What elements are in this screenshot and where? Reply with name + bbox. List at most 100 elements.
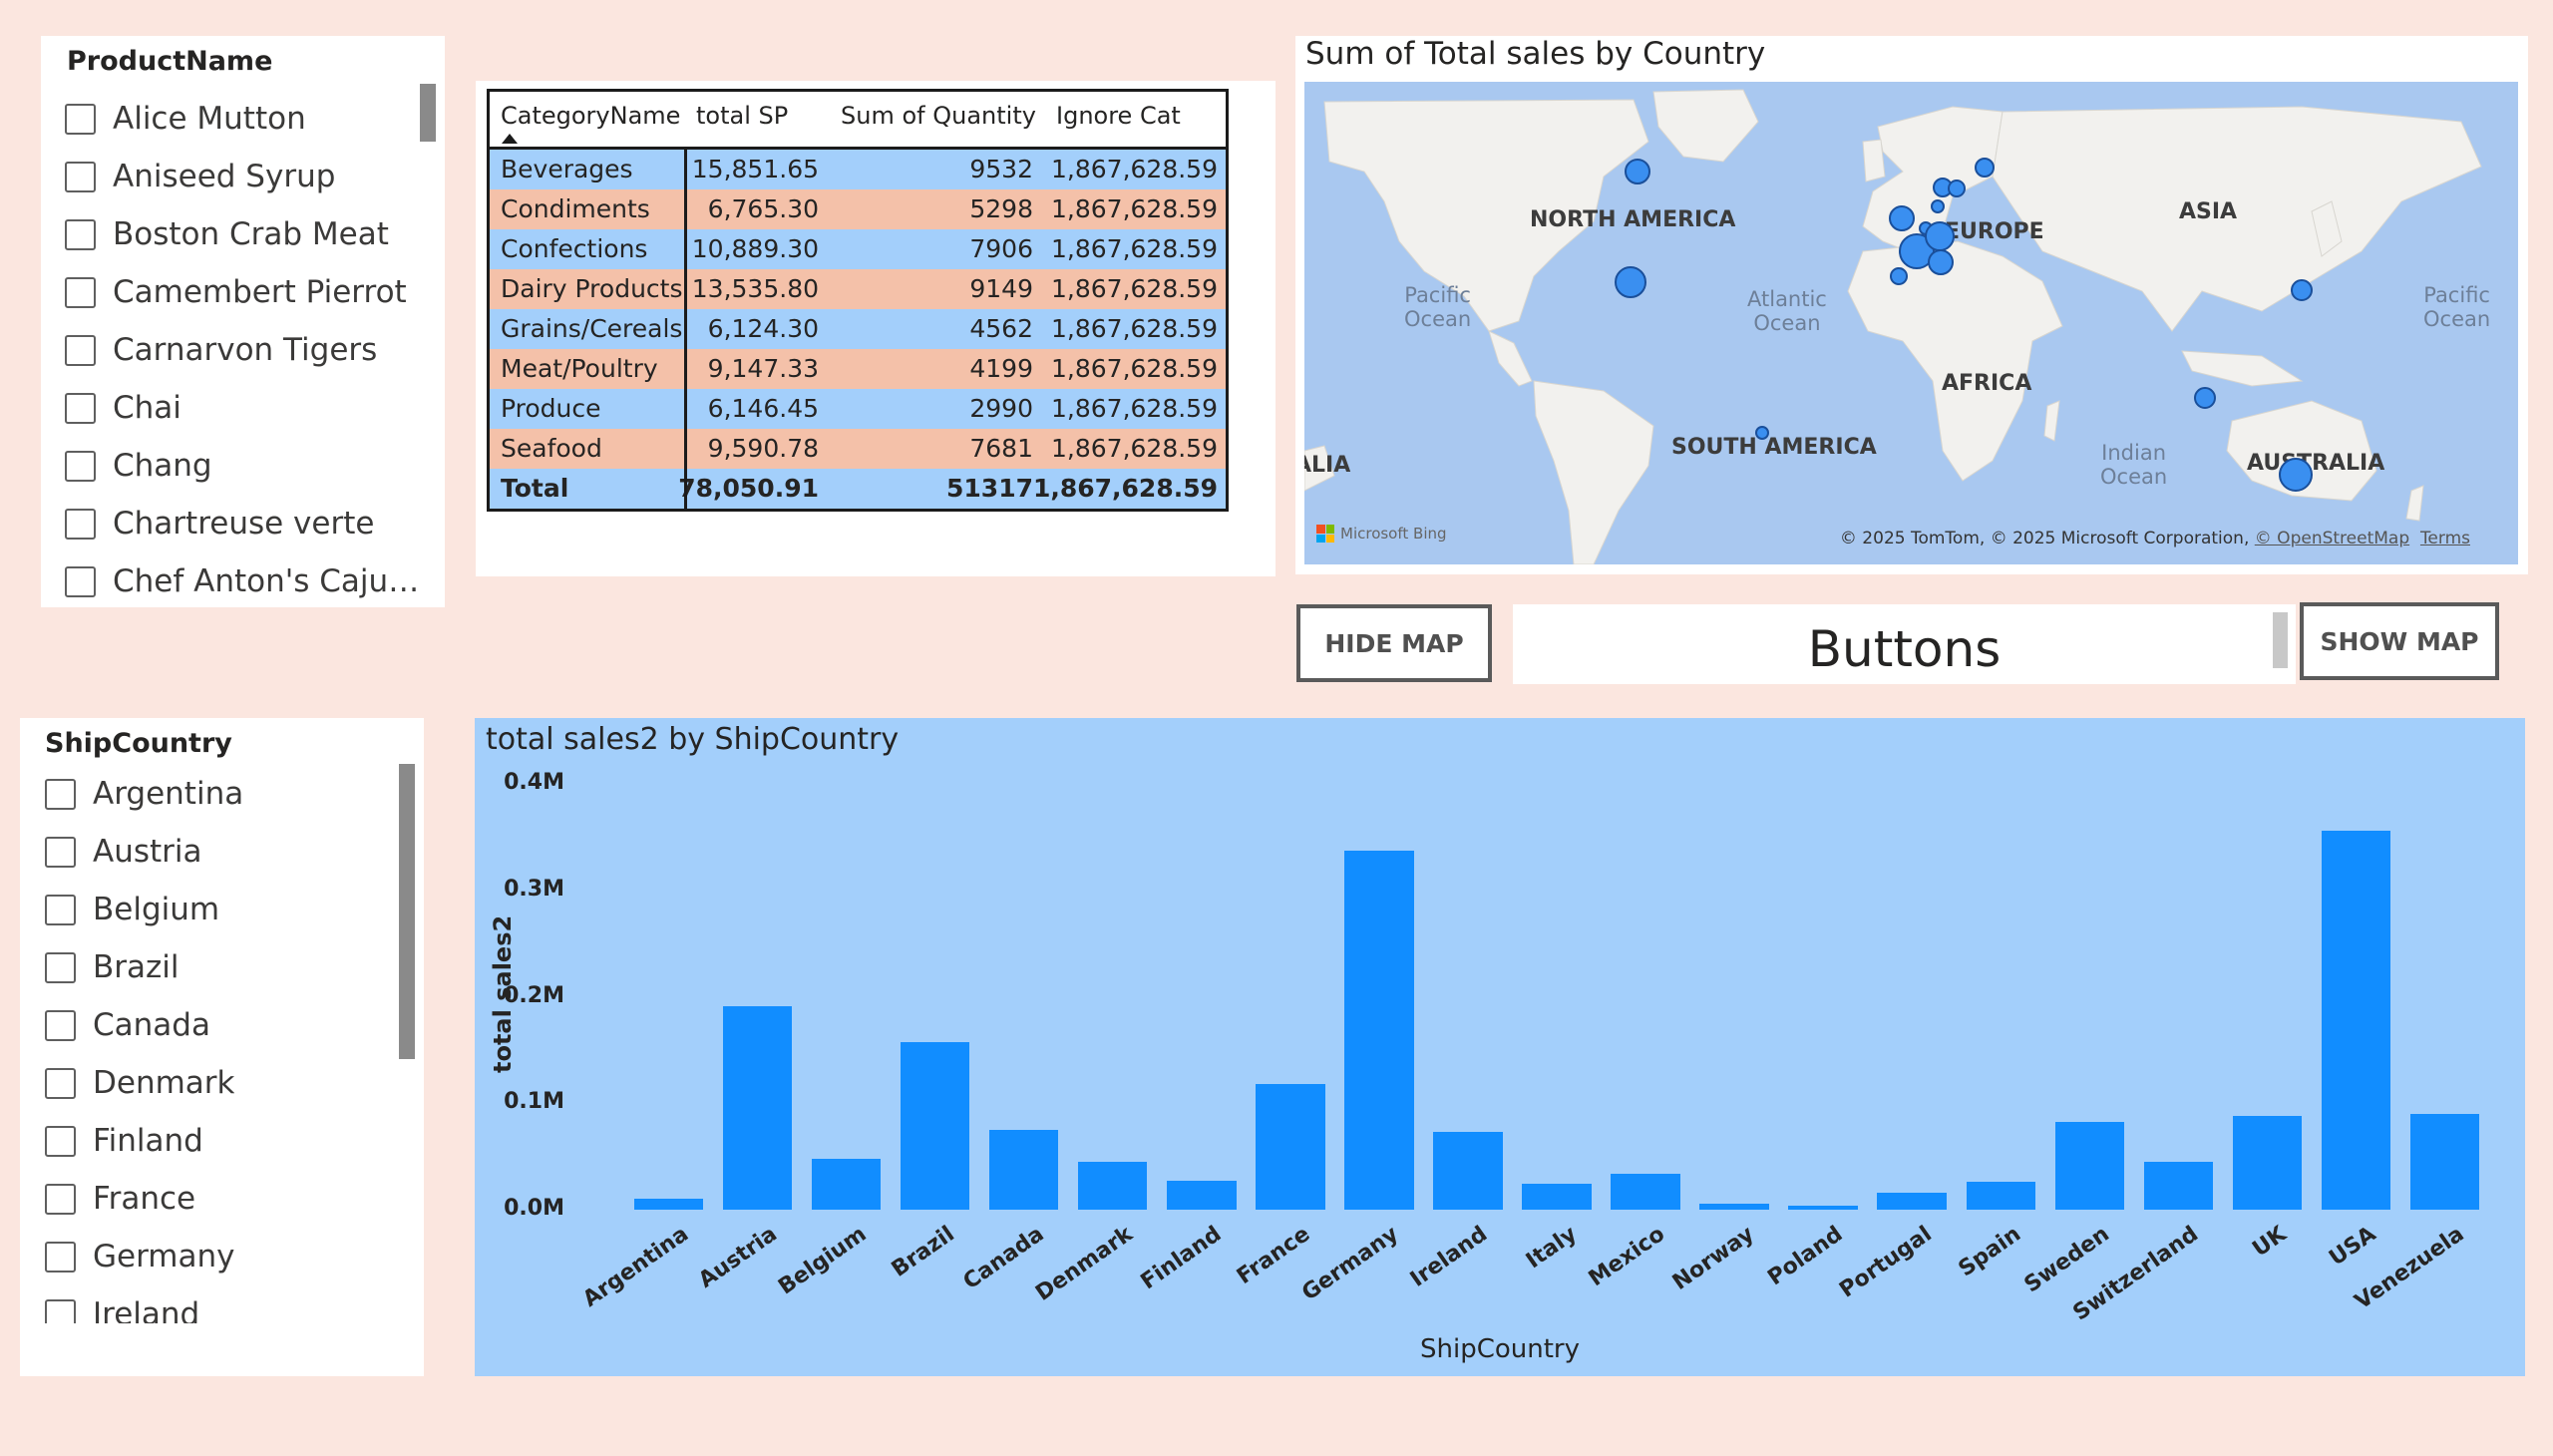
- copyright-text: © 2025 TomTom, © 2025 Microsoft Corporat…: [1839, 529, 2255, 548]
- product-item[interactable]: Chang: [41, 437, 445, 495]
- country-item[interactable]: Austria: [20, 823, 424, 881]
- product-item[interactable]: Camembert Pierrot: [41, 263, 445, 321]
- matrix-row[interactable]: Produce 6,146.45 2990 1,867,628.59: [490, 389, 1226, 429]
- map-bubble-finland[interactable]: [1975, 158, 1995, 178]
- header-ignore-cat[interactable]: Ignore Cat: [1056, 102, 1181, 130]
- map-bubble-canada[interactable]: [1625, 159, 1650, 184]
- map-bubble-uk[interactable]: [1889, 205, 1915, 231]
- product-item[interactable]: Alice Mutton: [41, 90, 445, 148]
- country-checkbox[interactable]: [45, 778, 76, 810]
- product-slicer-scrollbar[interactable]: [420, 84, 436, 142]
- product-item[interactable]: Chai: [41, 379, 445, 437]
- map-bubble-ireland[interactable]: [1890, 267, 1908, 285]
- map-bubble-japan[interactable]: [2291, 279, 2313, 301]
- matrix-row[interactable]: Beverages 15,851.65 9532 1,867,628.59: [490, 150, 1226, 189]
- product-checkbox[interactable]: [65, 276, 96, 308]
- map-bubble-switzerland[interactable]: [1925, 221, 1955, 251]
- show-map-button[interactable]: SHOW MAP: [2300, 602, 2499, 680]
- country-checkbox[interactable]: [45, 836, 76, 868]
- matrix-row[interactable]: Confections 10,889.30 7906 1,867,628.59: [490, 229, 1226, 269]
- map-bubble-denmark[interactable]: [1931, 199, 1945, 213]
- bar[interactable]: [1256, 1084, 1325, 1210]
- product-item[interactable]: Aniseed Syrup: [41, 148, 445, 205]
- bar[interactable]: [633, 1199, 704, 1210]
- country-checkbox[interactable]: [45, 894, 76, 925]
- map-bubble-singapore[interactable]: [2194, 387, 2216, 409]
- country-slicer-scrollbar[interactable]: [399, 764, 415, 1059]
- country-item[interactable]: Germany: [20, 1228, 424, 1285]
- header-category[interactable]: CategoryName: [501, 102, 680, 130]
- bar[interactable]: [2321, 830, 2391, 1210]
- bar[interactable]: [1611, 1173, 1680, 1210]
- product-checkbox[interactable]: [65, 218, 96, 250]
- terms-link[interactable]: Terms: [2420, 529, 2470, 548]
- product-item[interactable]: Boston Crab Meat: [41, 205, 445, 263]
- matrix-row[interactable]: Meat/Poultry 9,147.33 4199 1,867,628.59: [490, 349, 1226, 389]
- map-bubble-australia[interactable]: [2279, 458, 2313, 492]
- bar[interactable]: [722, 1006, 793, 1210]
- continent-label-south-america: SOUTH AMERICA: [1671, 435, 1877, 460]
- bar[interactable]: [2054, 1122, 2124, 1210]
- product-checkbox[interactable]: [65, 334, 96, 366]
- bar[interactable]: [2232, 1116, 2303, 1210]
- map-bubble-usa[interactable]: [1615, 266, 1646, 298]
- bar[interactable]: [2143, 1161, 2214, 1210]
- header-total-sp[interactable]: total SP: [696, 102, 788, 130]
- product-checkbox[interactable]: [65, 565, 96, 597]
- country-checkbox[interactable]: [45, 1241, 76, 1273]
- ocean-label-pacific-west: Pacific Ocean: [1404, 283, 1472, 331]
- country-checkbox[interactable]: [45, 1067, 76, 1099]
- country-item[interactable]: Canada: [20, 996, 424, 1054]
- country-checkbox[interactable]: [45, 1183, 76, 1215]
- ocean-label-indian: Indian Ocean: [2100, 441, 2168, 489]
- matrix-total-row[interactable]: Total 78,050.91 51317 1,867,628.59: [490, 469, 1226, 509]
- bar[interactable]: [1522, 1184, 1592, 1210]
- bar[interactable]: [1788, 1205, 1858, 1210]
- bar[interactable]: [1699, 1203, 1769, 1210]
- country-item[interactable]: France: [20, 1170, 424, 1228]
- country-checkbox[interactable]: [45, 1125, 76, 1157]
- buttons-textbox-scrollbar[interactable]: [2273, 612, 2288, 668]
- product-checkbox[interactable]: [65, 392, 96, 424]
- product-checkbox[interactable]: [65, 450, 96, 482]
- product-checkbox[interactable]: [65, 103, 96, 135]
- bar[interactable]: [1877, 1192, 1947, 1210]
- matrix-row[interactable]: Grains/Cereals 6,124.30 4562 1,867,628.59: [490, 309, 1226, 349]
- country-checkbox[interactable]: [45, 1009, 76, 1041]
- bar[interactable]: [1344, 851, 1414, 1210]
- bar[interactable]: [2409, 1113, 2480, 1210]
- matrix-row[interactable]: Dairy Products 13,535.80 9149 1,867,628.59: [490, 269, 1226, 309]
- bar[interactable]: [1078, 1161, 1148, 1210]
- map-canvas[interactable]: NORTH AMERICA EUROPE ASIA AFRICA SOUTH A…: [1304, 82, 2518, 564]
- matrix-row[interactable]: Condiments 6,765.30 5298 1,867,628.59: [490, 189, 1226, 229]
- country-item[interactable]: Belgium: [20, 881, 424, 938]
- map-bubble-brazil[interactable]: [1755, 426, 1769, 440]
- country-item[interactable]: Denmark: [20, 1054, 424, 1112]
- hide-map-button[interactable]: HIDE MAP: [1296, 604, 1492, 682]
- bar[interactable]: [811, 1158, 882, 1210]
- product-item[interactable]: Chartreuse verte: [41, 495, 445, 552]
- bar[interactable]: [1167, 1181, 1237, 1210]
- map-bubble-norway[interactable]: [1948, 180, 1966, 197]
- country-item[interactable]: Ireland: [20, 1285, 424, 1323]
- bar[interactable]: [900, 1042, 970, 1210]
- product-item[interactable]: Carnarvon Tigers: [41, 321, 445, 379]
- country-item[interactable]: Finland: [20, 1112, 424, 1170]
- openstreetmap-link[interactable]: © OpenStreetMap: [2255, 529, 2409, 548]
- product-checkbox[interactable]: [65, 508, 96, 540]
- bar[interactable]: [988, 1129, 1059, 1210]
- bar[interactable]: [1433, 1132, 1503, 1210]
- bar[interactable]: [1966, 1182, 2035, 1210]
- continent-label-europe: EUROPE: [1945, 219, 2044, 244]
- product-item[interactable]: Chef Anton's Cajun S...: [41, 552, 445, 607]
- cell-category: Seafood: [501, 434, 602, 463]
- country-checkbox[interactable]: [45, 1298, 76, 1323]
- matrix-row[interactable]: Seafood 9,590.78 7681 1,867,628.59: [490, 429, 1226, 469]
- country-item[interactable]: Argentina: [20, 765, 424, 823]
- header-quantity[interactable]: Sum of Quantity: [841, 102, 1036, 130]
- country-checkbox[interactable]: [45, 951, 76, 983]
- x-tick-label: Finland: [1136, 1222, 1227, 1295]
- product-checkbox[interactable]: [65, 161, 96, 192]
- map-bubble-austria[interactable]: [1928, 249, 1954, 275]
- country-item[interactable]: Brazil: [20, 938, 424, 996]
